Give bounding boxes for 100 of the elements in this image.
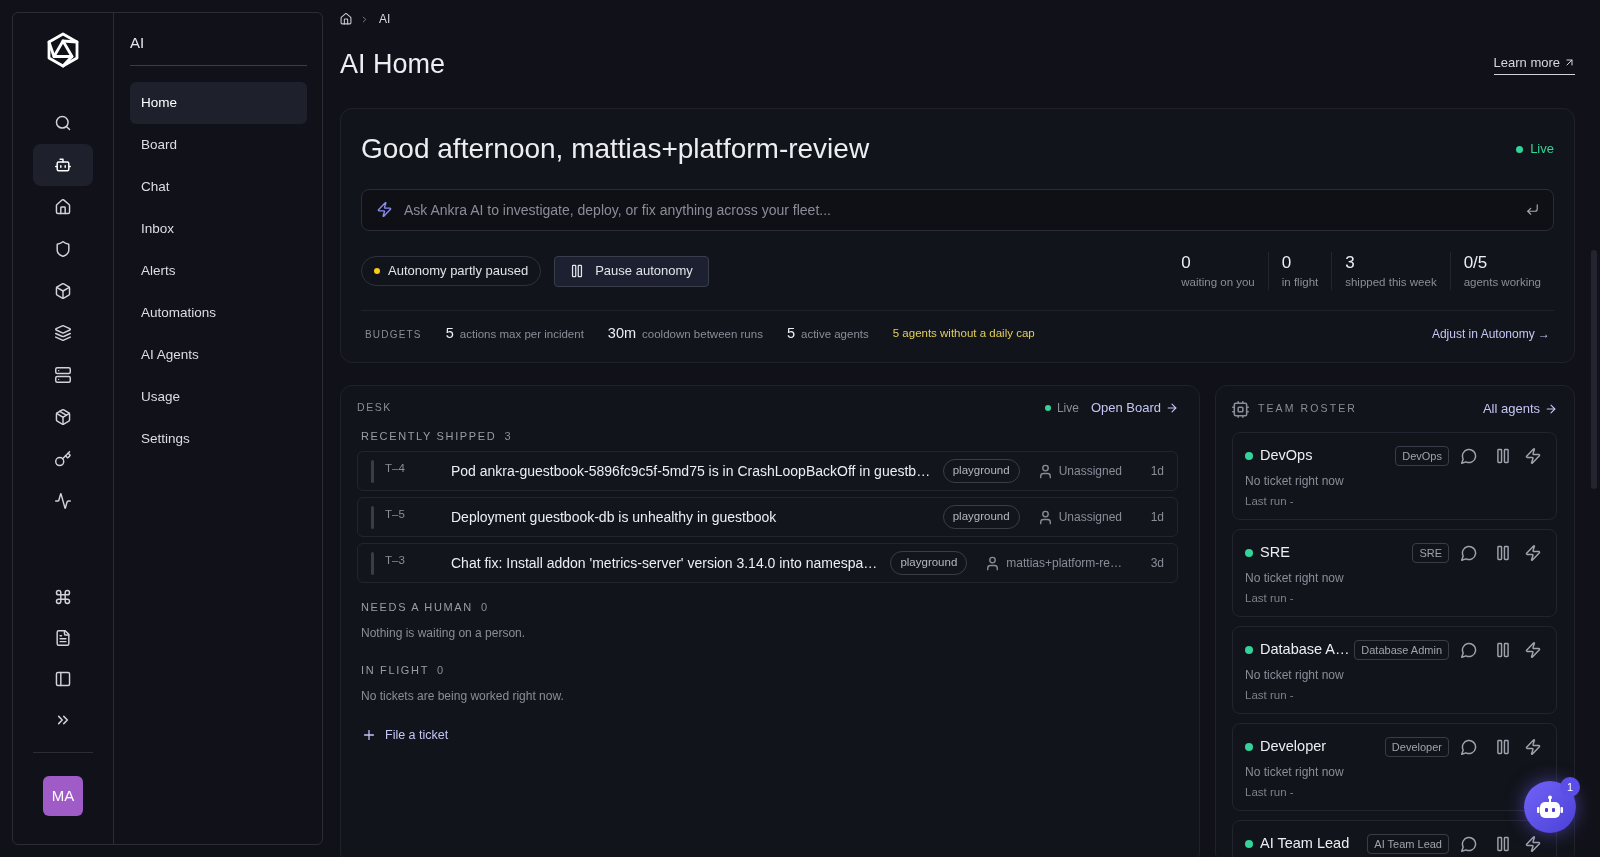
home-icon bbox=[55, 199, 71, 215]
document-icon bbox=[55, 629, 71, 646]
command-icon bbox=[55, 588, 71, 605]
nav-item[interactable]: Board bbox=[130, 124, 307, 166]
section-count: 0 bbox=[480, 599, 488, 615]
last-run: Last run - bbox=[1245, 785, 1295, 800]
nav-item[interactable]: Inbox bbox=[130, 208, 307, 250]
budget-value: 5 bbox=[786, 324, 795, 344]
ticket-title: Pod ankra-guestbook-5896fc9c5f-5md75 is in CrashLoopBackOff in guestb… bbox=[451, 461, 932, 481]
user-icon bbox=[1037, 463, 1053, 479]
greeting-title: Good afternoon, mattias+platform-review bbox=[361, 132, 870, 166]
ticket-id: T–3 bbox=[385, 553, 406, 569]
nav-item[interactable]: Alerts bbox=[130, 250, 307, 292]
pause-icon[interactable] bbox=[1495, 642, 1511, 658]
chat-icon[interactable] bbox=[1461, 448, 1477, 464]
chat-icon[interactable] bbox=[1461, 739, 1477, 755]
ticket-marker bbox=[371, 459, 374, 483]
layers-icon bbox=[55, 325, 71, 341]
rail-button[interactable] bbox=[33, 144, 93, 186]
server-icon bbox=[55, 367, 71, 383]
nav-item[interactable]: Chat bbox=[130, 166, 307, 208]
pause-icon[interactable] bbox=[1495, 836, 1511, 852]
lightning-icon[interactable] bbox=[1525, 739, 1541, 755]
lightning-icon[interactable] bbox=[1525, 545, 1541, 561]
learn-more-link[interactable]: Learn more bbox=[1493, 52, 1575, 76]
agent-role-tag: AI Team Lead bbox=[1367, 833, 1449, 855]
lightning-icon[interactable] bbox=[1525, 642, 1541, 658]
breadcrumb-item[interactable]: AI bbox=[379, 10, 391, 28]
section-title: IN FLIGHT bbox=[361, 662, 430, 678]
prompt-field[interactable]: Ask Ankra AI to investigate, deploy, or fix anything across your fleet... bbox=[361, 189, 1554, 231]
adjust-autonomy-link[interactable]: Adjust in Autonomy → bbox=[1431, 325, 1554, 343]
assignee-name: Unassigned bbox=[1058, 509, 1122, 526]
lightning-icon bbox=[377, 202, 392, 217]
budget-value: 5 bbox=[445, 324, 454, 344]
file-ticket-button[interactable]: File a ticket bbox=[362, 726, 449, 745]
chat-icon[interactable] bbox=[1461, 545, 1477, 561]
agent-status: No ticket right now bbox=[1245, 473, 1345, 489]
pause-icon[interactable] bbox=[1495, 545, 1511, 561]
budgets-label: BUDGETS bbox=[364, 327, 422, 342]
pause-icon[interactable] bbox=[1495, 739, 1511, 755]
package-icon bbox=[55, 409, 71, 425]
ticket-marker bbox=[371, 505, 374, 529]
user-icon bbox=[985, 555, 1001, 571]
agent-card[interactable]: DevOps DevOps No ticket right now Last run - bbox=[1232, 432, 1557, 520]
arrow-right-icon bbox=[1545, 403, 1557, 415]
section-title: NEEDS A HUMAN bbox=[361, 599, 473, 615]
open-board-link[interactable]: Open Board bbox=[1090, 398, 1178, 418]
logo-icon[interactable] bbox=[46, 32, 80, 68]
assignee-name: mattias+platform-re… bbox=[1006, 555, 1122, 572]
agent-role-tag: Developer bbox=[1384, 736, 1449, 758]
agent-name: DevOps bbox=[1260, 446, 1313, 466]
cube-icon bbox=[55, 283, 71, 299]
agent-name: SRE bbox=[1260, 543, 1290, 563]
chat-icon[interactable] bbox=[1461, 642, 1477, 658]
nav-item[interactable]: AI Agents bbox=[130, 334, 307, 376]
ticket-marker bbox=[371, 551, 374, 575]
nav-item[interactable]: Home bbox=[130, 82, 307, 124]
budget-warning: 5 agents without a daily cap bbox=[892, 326, 1035, 342]
ticket-row[interactable]: T–5 Deployment guestbook-db is unhealthy in guestbook playground Unassigned 1d bbox=[357, 497, 1178, 537]
autonomy-status-label: Autonomy partly paused bbox=[388, 262, 529, 281]
nav-item[interactable]: Settings bbox=[130, 418, 307, 460]
page-title: AI Home bbox=[340, 48, 446, 80]
pulse-icon bbox=[55, 493, 71, 509]
arrow-up-right-icon bbox=[1564, 57, 1575, 68]
agent-card[interactable]: AI Team Lead AI Team Lead bbox=[1232, 820, 1557, 857]
user-icon bbox=[1037, 509, 1053, 525]
budget-label: cooldown between runs bbox=[642, 327, 763, 343]
agent-status: No ticket right now bbox=[1245, 764, 1345, 780]
budget-value: 30m bbox=[607, 324, 637, 344]
last-run: Last run - bbox=[1245, 494, 1295, 509]
assignee-name: Unassigned bbox=[1058, 463, 1122, 480]
ticket-id: T–5 bbox=[385, 507, 406, 523]
nav-item[interactable]: Automations bbox=[130, 292, 307, 334]
agent-role-tag: DevOps bbox=[1395, 445, 1449, 467]
ticket-row[interactable]: T–4 Pod ankra-guestbook-5896fc9c5f-5md75 is in CrashLoopBackOff in guestb… playground Unassigned 1d bbox=[357, 451, 1178, 491]
user-avatar[interactable]: MA bbox=[43, 776, 83, 816]
agent-card[interactable]: Database A… Database Admin No ticket right now Last run - bbox=[1232, 626, 1557, 714]
nav-item[interactable]: Usage bbox=[130, 376, 307, 418]
pause-icon[interactable] bbox=[1495, 448, 1511, 464]
agent-card[interactable]: SRE SRE No ticket right now Last run - bbox=[1232, 529, 1557, 617]
budget-label: actions max per incident bbox=[459, 327, 584, 343]
pause-autonomy-button[interactable]: Pause autonomy bbox=[554, 255, 709, 287]
chevron-right-icon bbox=[360, 14, 369, 24]
home-icon[interactable] bbox=[340, 13, 352, 25]
chat-icon[interactable] bbox=[1461, 836, 1477, 852]
agent-card[interactable]: Developer Developer No ticket right now Last run - bbox=[1232, 723, 1557, 811]
chip-icon bbox=[1232, 400, 1249, 418]
empty-message: Nothing is waiting on a person. bbox=[360, 625, 526, 641]
arrow-right-icon bbox=[1166, 402, 1178, 414]
sidebar-icon bbox=[55, 670, 71, 687]
search-icon bbox=[55, 115, 71, 131]
stat-label: shipped this week bbox=[1345, 275, 1437, 290]
ticket-row[interactable]: T–3 Chat fix: Install addon 'metrics-server' version 3.14.0 into namespa… playground mattias+platform-re… 3d bbox=[357, 543, 1178, 583]
section-count: 3 bbox=[504, 428, 511, 444]
all-agents-link[interactable]: All agents bbox=[1482, 399, 1557, 419]
ticket-age: 3d bbox=[1149, 555, 1164, 572]
lightning-icon[interactable] bbox=[1525, 448, 1541, 464]
lightning-icon[interactable] bbox=[1525, 836, 1541, 852]
return-icon bbox=[1526, 203, 1539, 216]
last-run: Last run - bbox=[1245, 688, 1295, 703]
